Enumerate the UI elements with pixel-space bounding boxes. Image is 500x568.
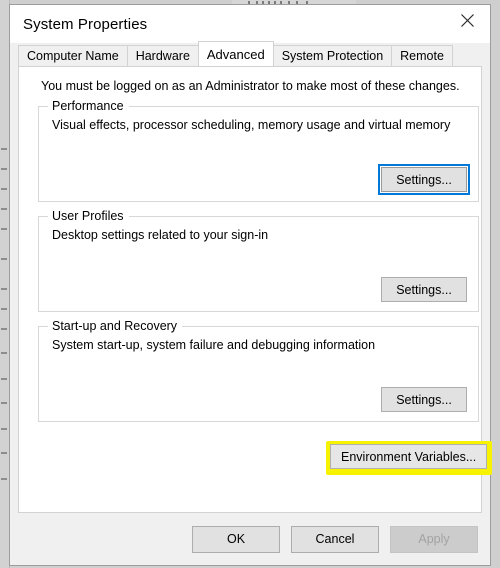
performance-settings-button[interactable]: Settings... xyxy=(378,164,470,195)
group-startup-legend: Start-up and Recovery xyxy=(48,319,183,333)
tab-system-protection[interactable]: System Protection xyxy=(272,45,393,66)
environment-variables-button[interactable]: Environment Variables... xyxy=(330,444,488,469)
tab-remote[interactable]: Remote xyxy=(391,45,453,66)
title-bar: System Properties xyxy=(10,5,490,43)
group-performance-legend: Performance xyxy=(48,99,129,113)
group-startup-and-recovery: Start-up and Recovery System start-up, s… xyxy=(38,319,479,422)
group-user-profiles-legend: User Profiles xyxy=(48,209,129,223)
group-user-profiles-description: Desktop settings related to your sign-in xyxy=(52,228,269,242)
system-properties-dialog: System Properties Computer Name Hardware… xyxy=(9,4,493,566)
user-profiles-settings-button[interactable]: Settings... xyxy=(381,277,467,302)
tab-computer-name[interactable]: Computer Name xyxy=(18,45,128,66)
window-title: System Properties xyxy=(23,15,148,33)
tab-advanced[interactable]: Advanced xyxy=(197,41,274,66)
environment-variables-highlight: Environment Variables... xyxy=(326,441,493,475)
apply-button: Apply xyxy=(390,525,478,553)
close-icon[interactable] xyxy=(444,5,490,35)
startup-settings-button[interactable]: Settings... xyxy=(381,387,467,412)
group-performance-description: Visual effects, processor scheduling, me… xyxy=(52,118,451,132)
cancel-button[interactable]: Cancel xyxy=(291,525,379,553)
administrator-note: You must be logged on as an Administrato… xyxy=(41,79,460,93)
group-performance: Performance Visual effects, processor sc… xyxy=(38,99,479,202)
tab-strip: Computer Name Hardware Advanced System P… xyxy=(18,41,482,66)
dialog-footer: OK Cancel Apply xyxy=(10,513,490,565)
tab-hardware[interactable]: Hardware xyxy=(126,45,199,66)
ok-button[interactable]: OK xyxy=(192,525,280,553)
group-user-profiles: User Profiles Desktop settings related t… xyxy=(38,209,479,312)
advanced-tab-panel: You must be logged on as an Administrato… xyxy=(18,66,493,513)
group-startup-description: System start-up, system failure and debu… xyxy=(52,338,376,352)
